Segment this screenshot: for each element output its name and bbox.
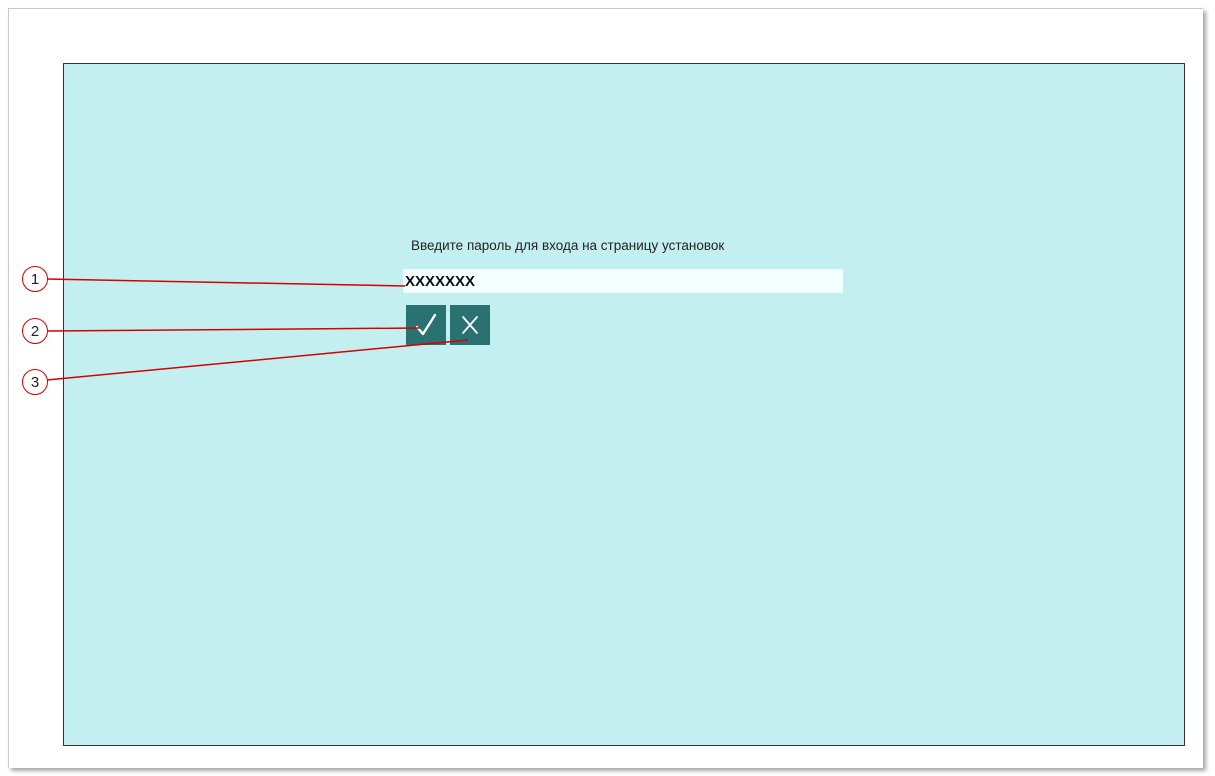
cancel-button[interactable] — [450, 305, 490, 345]
cross-icon — [462, 316, 478, 334]
callout-marker-3: 3 — [22, 369, 48, 395]
password-input[interactable] — [403, 269, 843, 293]
confirm-button[interactable] — [406, 305, 446, 345]
callout-marker-2: 2 — [22, 318, 48, 344]
password-prompt-label: Введите пароль для входа на страницу уст… — [411, 238, 725, 253]
callout-marker-1: 1 — [22, 266, 48, 292]
checkmark-icon — [415, 313, 437, 336]
settings-login-screen — [63, 63, 1185, 746]
